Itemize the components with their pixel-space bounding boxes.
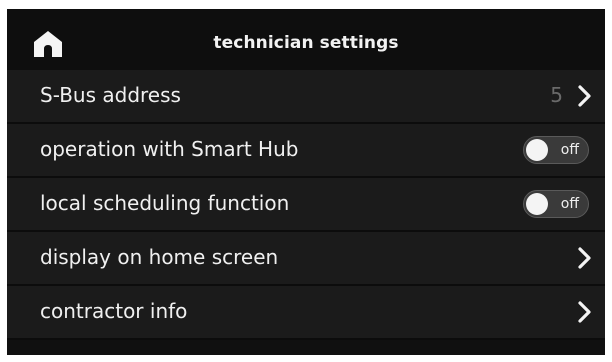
row-label: local scheduling function bbox=[40, 191, 290, 215]
row-operation-with-smart-hub: operation with Smart Hub off bbox=[7, 124, 605, 178]
page-title: technician settings bbox=[213, 33, 399, 53]
row-display-on-home-screen[interactable]: display on home screen bbox=[7, 232, 605, 286]
row-contractor-info[interactable]: contractor info bbox=[7, 286, 605, 340]
settings-screen: technician settings S-Bus address 5 oper… bbox=[7, 9, 605, 355]
toggle-state-label: off bbox=[560, 142, 579, 158]
local-scheduling-toggle[interactable]: off bbox=[523, 190, 589, 218]
row-label: S-Bus address bbox=[40, 83, 181, 107]
toggle-state-label: off bbox=[560, 196, 579, 212]
toggle-knob bbox=[526, 139, 548, 161]
chevron-right-icon bbox=[577, 84, 593, 108]
chevron-right-icon bbox=[577, 300, 593, 324]
row-label: display on home screen bbox=[40, 245, 279, 269]
toggle-knob bbox=[526, 193, 548, 215]
row-s-bus-address[interactable]: S-Bus address 5 bbox=[7, 70, 605, 124]
s-bus-address-value: 5 bbox=[550, 83, 563, 107]
chevron-right-icon bbox=[577, 246, 593, 270]
smart-hub-toggle[interactable]: off bbox=[523, 136, 589, 164]
header-bar: technician settings bbox=[7, 9, 605, 70]
row-label: contractor info bbox=[40, 299, 188, 323]
row-local-scheduling-function: local scheduling function off bbox=[7, 178, 605, 232]
row-label: operation with Smart Hub bbox=[40, 137, 299, 161]
settings-list: S-Bus address 5 operation with Smart Hub… bbox=[7, 70, 605, 340]
